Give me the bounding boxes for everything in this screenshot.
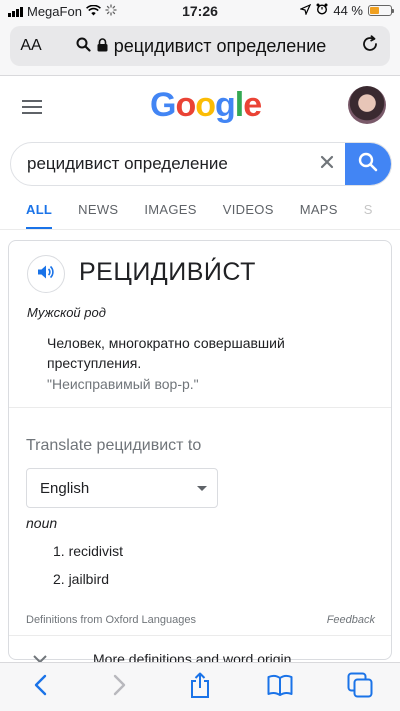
dictionary-word: РЕЦИДИВИ́СТ <box>79 258 256 286</box>
battery-icon <box>368 5 394 16</box>
tab-s[interactable]: S <box>364 196 373 229</box>
bookmarks-icon <box>267 674 293 701</box>
divider <box>9 407 391 408</box>
google-logo-letter: l <box>234 86 245 124</box>
search-tabs: ALL NEWS IMAGES VIDEOS MAPS S <box>0 196 400 230</box>
tab-maps[interactable]: MAPS <box>300 196 338 229</box>
forward-icon <box>113 674 127 701</box>
close-icon <box>320 155 334 174</box>
caret-down-icon <box>197 486 207 491</box>
alarm-icon <box>316 3 328 18</box>
clear-button[interactable] <box>309 155 345 174</box>
language-select[interactable]: English <box>26 468 218 508</box>
avatar[interactable] <box>348 86 386 124</box>
status-right: 44 % <box>299 3 394 18</box>
tab-all[interactable]: ALL <box>26 196 53 229</box>
reader-options-button[interactable]: AA <box>10 37 52 55</box>
aa-label: AA <box>20 37 42 54</box>
dictionary-card: РЕЦИДИВИ́СТ Мужской род Человек, многокр… <box>8 240 392 665</box>
example-text: "Неисправимый вор-р." <box>47 376 199 392</box>
google-logo-letter: G <box>150 86 176 124</box>
tab-images[interactable]: IMAGES <box>144 196 196 229</box>
search-box: рецидивист определение <box>10 142 392 186</box>
address-field[interactable]: AA рецидивист определение <box>10 26 390 66</box>
tabs-icon <box>347 672 373 703</box>
browser-toolbar: AA рецидивист определение <box>0 22 400 76</box>
translation-item: 1. recidivist <box>53 543 124 559</box>
google-logo-letter: o <box>195 86 216 124</box>
search-button[interactable] <box>345 143 391 185</box>
source-note: Definitions from Oxford Languages <box>26 614 196 626</box>
reload-button[interactable] <box>350 34 390 58</box>
google-logo-letter: e <box>243 86 262 124</box>
battery-fill <box>370 7 379 14</box>
url-display[interactable]: рецидивист определение <box>52 36 350 57</box>
translation-item: 2. jailbird <box>53 571 110 587</box>
search-input[interactable]: рецидивист определение <box>11 154 309 174</box>
feedback-link[interactable]: Feedback <box>327 614 375 626</box>
google-logo-letter: o <box>175 86 196 124</box>
reload-icon <box>361 34 379 58</box>
google-header: Google <box>0 76 400 136</box>
pronounce-button[interactable] <box>27 255 65 293</box>
search-icon <box>76 36 91 57</box>
part-of-speech: Мужской род <box>27 305 106 320</box>
share-icon <box>189 672 211 703</box>
definition-text: Человек, многократно совершавший преступ… <box>47 335 285 371</box>
speaker-icon <box>37 264 55 285</box>
lock-icon <box>97 36 108 57</box>
google-logo-letter: g <box>215 86 236 124</box>
location-icon <box>299 3 312 18</box>
tab-videos[interactable]: VIDEOS <box>223 196 274 229</box>
tabs-button[interactable] <box>340 667 380 707</box>
back-button[interactable] <box>20 667 60 707</box>
share-button[interactable] <box>180 667 220 707</box>
back-icon <box>33 674 47 701</box>
google-logo[interactable]: Google <box>150 86 262 125</box>
translation-pos: noun <box>26 515 58 531</box>
language-selected: English <box>40 479 90 497</box>
forward-button[interactable] <box>100 667 140 707</box>
status-bar: MegaFon 17:26 44 % <box>0 0 400 22</box>
bookmarks-button[interactable] <box>260 667 300 707</box>
search-icon <box>358 152 378 177</box>
bottom-toolbar <box>0 662 400 711</box>
translation-list: 1. recidivist 2. jailbird <box>53 543 123 599</box>
divider <box>9 635 391 636</box>
tab-news[interactable]: NEWS <box>78 196 118 229</box>
battery-percent: 44 % <box>333 3 363 18</box>
translate-label: Translate рецидивист to <box>26 437 202 454</box>
url-text: рецидивист определение <box>113 35 327 56</box>
menu-icon[interactable] <box>22 100 42 118</box>
